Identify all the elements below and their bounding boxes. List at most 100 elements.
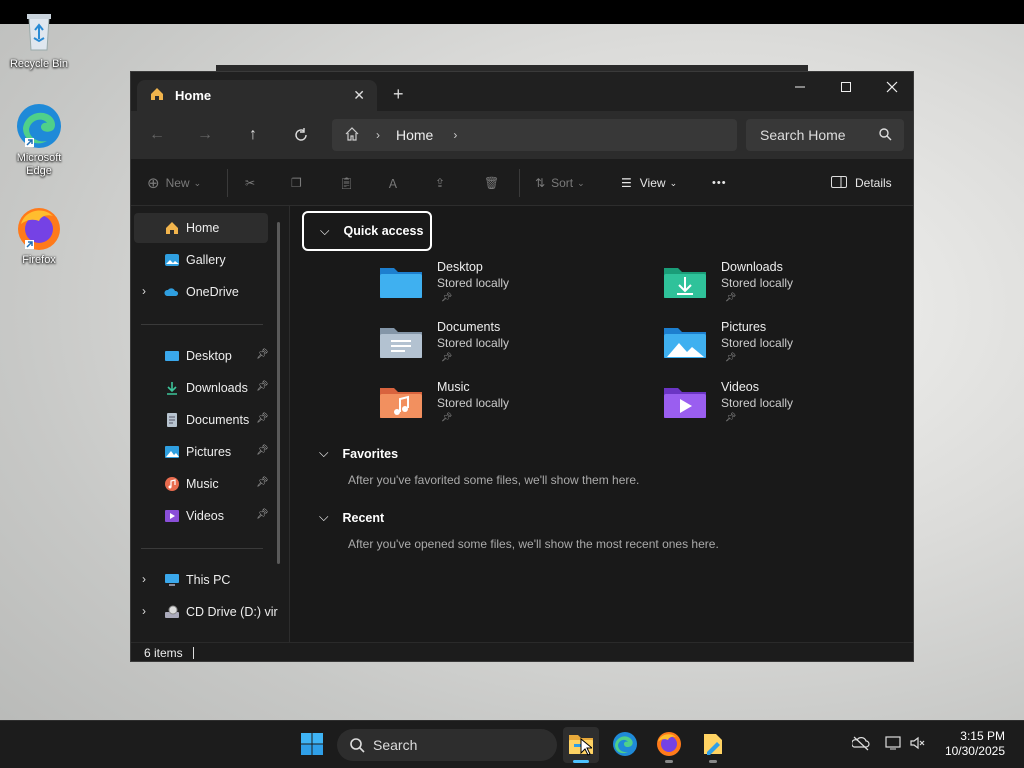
quick-access-item-music[interactable]: Music Stored locally 📌︎	[379, 380, 629, 436]
search-placeholder: Search Home	[760, 127, 846, 143]
item-status: Stored locally	[721, 396, 794, 410]
sidebar-item-gallery[interactable]: Gallery	[134, 245, 268, 275]
sidebar-item-cd-drive[interactable]: › CD Drive (D:) vir	[134, 597, 278, 627]
sort-button[interactable]: ⇅ Sort ⌄	[535, 173, 585, 193]
view-label: View	[639, 176, 666, 190]
videos-icon	[164, 508, 180, 524]
view-button[interactable]: ☰ View ⌄	[621, 173, 677, 193]
taskbar-search[interactable]: Search	[337, 729, 557, 761]
new-button[interactable]: ⊕ New ⌄	[147, 173, 201, 193]
download-icon	[164, 380, 180, 396]
more-options-button[interactable]: •••	[712, 173, 727, 193]
volume-muted-icon[interactable]	[909, 735, 931, 755]
chevron-right-icon[interactable]: ›	[142, 604, 146, 618]
breadcrumb-home[interactable]: Home	[396, 127, 433, 143]
cut-icon[interactable]: ✂	[245, 173, 255, 193]
command-bar: ⊕ New ⌄ ✂ ❐ 📋︎ Ａ ⇪ 🗑︎ ⇅ Sort ⌄ ☰ View ⌄ …	[131, 159, 913, 206]
item-status: Stored locally	[437, 276, 510, 290]
sidebar-item-downloads[interactable]: Downloads 📌︎	[134, 373, 269, 403]
share-icon[interactable]: ⇪	[435, 173, 445, 193]
start-button[interactable]	[294, 727, 330, 763]
onedrive-cloud-icon	[164, 284, 180, 300]
address-home-icon[interactable]	[344, 126, 360, 145]
pin-icon: 📌︎	[441, 352, 453, 362]
back-arrow-icon[interactable]: ←	[143, 123, 171, 147]
maximize-button[interactable]	[823, 72, 869, 102]
pin-icon[interactable]: 📌︎	[256, 413, 269, 424]
tab-title: Home	[175, 88, 212, 103]
item-name: Desktop	[437, 260, 483, 274]
details-label: Details	[855, 176, 892, 190]
sidebar-item-home[interactable]: Home	[134, 213, 268, 243]
copy-icon[interactable]: ❐	[291, 173, 302, 193]
downloads-folder-icon	[663, 264, 707, 300]
chevron-down-icon: ⌵	[319, 446, 329, 460]
pin-icon[interactable]: 📌︎	[256, 381, 269, 392]
quick-access-header[interactable]: ⌵ Quick access	[302, 211, 432, 251]
new-tab-button[interactable]: +	[393, 84, 404, 105]
chevron-down-icon: ⌄	[669, 177, 678, 188]
close-tab-icon[interactable]: ✕	[353, 87, 365, 104]
quick-access-item-downloads[interactable]: Downloads Stored locally 📌︎	[663, 260, 913, 316]
pin-icon[interactable]: 📌︎	[256, 445, 269, 456]
chevron-right-icon[interactable]: ›	[142, 284, 146, 298]
search-box[interactable]: Search Home	[746, 119, 904, 151]
taskbar-edge[interactable]	[607, 727, 643, 763]
search-icon	[878, 127, 892, 144]
sidebar-item-onedrive[interactable]: › OneDrive	[134, 277, 268, 307]
desktop-icon-edge[interactable]: Microsoft Edge	[4, 102, 74, 178]
favorites-empty-message: After you've favorited some files, we'll…	[348, 473, 640, 487]
delete-icon[interactable]: 🗑︎	[484, 173, 499, 193]
desktop-icon-firefox[interactable]: Firefox	[4, 204, 74, 267]
desktop-folder-icon	[379, 264, 423, 300]
quick-access-item-desktop[interactable]: Desktop Stored locally 📌︎	[379, 260, 629, 316]
sidebar-item-this-pc[interactable]: › This PC	[134, 565, 268, 595]
system-clock[interactable]: 3:15 PM 10/30/2025	[945, 729, 1005, 759]
pane-divider[interactable]	[289, 206, 290, 642]
favorites-header[interactable]: ⌵ Favorites	[319, 446, 398, 461]
firefox-icon	[15, 204, 63, 252]
address-bar[interactable]: › Home ›	[332, 119, 737, 151]
desktop-icon-recycle-bin[interactable]: Recycle Bin	[4, 8, 74, 71]
pin-icon[interactable]: 📌︎	[256, 349, 269, 360]
pin-icon[interactable]: 📌︎	[256, 509, 269, 520]
rename-icon[interactable]: Ａ	[387, 173, 399, 193]
recent-header[interactable]: ⌵ Recent	[319, 510, 384, 525]
minimize-button[interactable]	[777, 72, 823, 102]
mouse-cursor-icon	[580, 737, 594, 759]
music-icon	[164, 476, 180, 492]
forward-arrow-icon[interactable]: →	[191, 123, 219, 147]
chevron-right-icon[interactable]: ›	[453, 128, 457, 142]
item-name: Pictures	[721, 320, 767, 334]
pin-icon[interactable]: 📌︎	[256, 477, 269, 488]
pictures-folder-icon	[663, 324, 707, 360]
sidebar-item-videos[interactable]: Videos 📌︎	[134, 501, 269, 531]
sidebar-item-documents[interactable]: Documents 📌︎	[134, 405, 269, 435]
tab-home[interactable]: Home ✕	[137, 80, 377, 111]
item-name: Downloads	[721, 260, 783, 274]
taskbar-firefox[interactable]	[651, 727, 687, 763]
sidebar-scrollbar[interactable]	[277, 222, 280, 564]
quick-access-item-documents[interactable]: Documents Stored locally 📌︎	[379, 320, 629, 376]
tab-bar: Home ✕ +	[131, 72, 913, 111]
details-button[interactable]: Details	[831, 173, 892, 193]
display-icon[interactable]	[885, 735, 907, 755]
chevron-right-icon[interactable]: ›	[142, 572, 146, 586]
taskbar-notepad[interactable]	[695, 727, 731, 763]
navigation-bar: ← → ↑ › Home › Search Home	[131, 111, 913, 159]
quick-access-item-pictures[interactable]: Pictures Stored locally 📌︎	[663, 320, 913, 376]
quick-access-item-videos[interactable]: Videos Stored locally 📌︎	[663, 380, 913, 436]
desktop-icon-label: Recycle Bin	[9, 58, 69, 70]
refresh-icon[interactable]	[287, 123, 315, 147]
edge-icon	[15, 102, 63, 150]
sidebar-item-music[interactable]: Music 📌︎	[134, 469, 269, 499]
close-window-button[interactable]	[869, 72, 913, 102]
paste-icon[interactable]: 📋︎	[339, 173, 354, 193]
divider	[227, 169, 228, 197]
sidebar-item-desktop[interactable]: Desktop 📌︎	[134, 341, 269, 371]
document-icon	[164, 412, 180, 428]
up-arrow-icon[interactable]: ↑	[239, 123, 267, 147]
divider	[192, 647, 194, 659]
sidebar-item-pictures[interactable]: Pictures 📌︎	[134, 437, 269, 467]
network-disconnected-icon[interactable]	[851, 735, 874, 755]
